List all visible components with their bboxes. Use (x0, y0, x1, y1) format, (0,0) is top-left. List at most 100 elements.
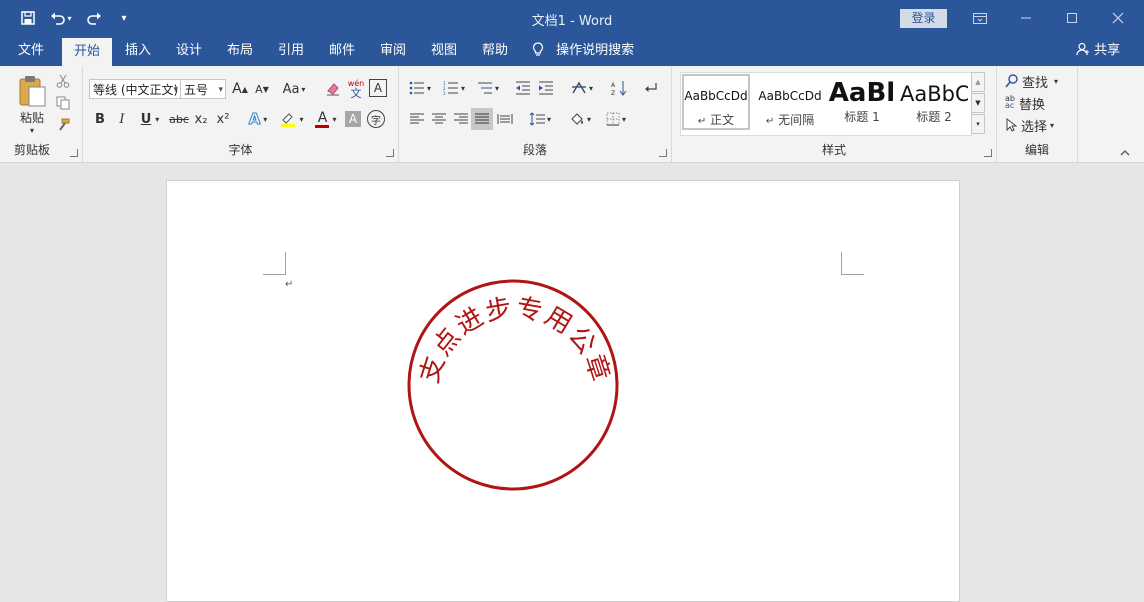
line-spacing-icon (529, 112, 545, 126)
enclose-characters-button[interactable]: 字 (367, 110, 385, 128)
tab-insert[interactable]: 插入 (116, 36, 160, 66)
tab-view[interactable]: 视图 (422, 36, 466, 66)
distributed-button[interactable] (495, 109, 515, 129)
styles-dialog-launcher[interactable] (984, 149, 992, 157)
multilevel-list-button[interactable]: ▾ (473, 78, 503, 98)
highlight-color-button[interactable]: ▾ (277, 109, 307, 129)
style-normal[interactable]: AaBbCcDd ↵ 正文 (682, 74, 750, 130)
select-button[interactable]: 选择 ▾ (1005, 116, 1075, 135)
minimize-button[interactable] (1003, 6, 1049, 30)
chevron-down-icon: ▾ (460, 83, 465, 93)
tab-file[interactable]: 文件 (8, 36, 54, 66)
font-color-button[interactable]: A ▾ (311, 109, 341, 129)
style-heading-1[interactable]: AaBl 标题 1 (828, 76, 896, 132)
change-case-button[interactable]: Aa ▾ (279, 79, 309, 99)
justify-button[interactable] (471, 108, 493, 130)
undo-button[interactable]: ▾ (46, 8, 76, 28)
tab-mailings[interactable]: 邮件 (320, 36, 364, 66)
clear-formatting-button[interactable] (323, 79, 343, 99)
copy-button[interactable] (54, 94, 72, 112)
style-sample: AaBl (828, 78, 896, 108)
tell-me-search[interactable]: 操作说明搜索 (532, 36, 642, 66)
style-heading-2[interactable]: AaBbC 标题 2 (900, 76, 968, 132)
underline-button[interactable]: U ▾ (135, 109, 165, 129)
sort-button[interactable]: AZ (609, 78, 629, 98)
tab-home[interactable]: 开始 (62, 38, 112, 66)
redo-button[interactable] (82, 8, 106, 28)
title-bar: ▾ ▾ 文档1 - Word 登录 (0, 0, 1144, 36)
format-painter-button[interactable] (54, 116, 72, 134)
styles-more-button[interactable]: ▾ (971, 114, 985, 134)
find-button[interactable]: 查找 ▾ (1005, 72, 1075, 91)
bold-button[interactable]: B (91, 109, 109, 129)
align-left-button[interactable] (407, 109, 427, 129)
chevron-down-icon: ▾ (1050, 120, 1055, 130)
quick-access-toolbar: ▾ ▾ (16, 8, 136, 28)
font-size-box[interactable]: 五号 ▾ (180, 79, 226, 99)
strikethrough-button[interactable]: abc (167, 109, 191, 129)
chinese-layout-button[interactable]: ▾ (567, 78, 597, 98)
line-spacing-button[interactable]: ▾ (525, 109, 555, 129)
character-shading-button[interactable]: A (345, 111, 361, 127)
seal-stamp[interactable]: 支点进步专用公章 (405, 277, 621, 493)
styles-scroll-up-button[interactable]: ▲ (971, 72, 985, 92)
tab-layout[interactable]: 布局 (218, 36, 262, 66)
collapse-ribbon-button[interactable] (1120, 146, 1130, 159)
decrease-indent-button[interactable] (513, 78, 533, 98)
align-center-button[interactable] (429, 109, 449, 129)
style-sample: AaBbCcDd (684, 89, 748, 103)
italic-button[interactable]: I (113, 109, 131, 129)
cut-button[interactable] (54, 72, 72, 90)
font-color-icon: A (315, 109, 330, 128)
customize-qat-button[interactable]: ▾ (112, 8, 136, 28)
tab-review[interactable]: 审阅 (371, 36, 415, 66)
tab-help[interactable]: 帮助 (473, 36, 517, 66)
login-button[interactable]: 登录 (900, 9, 947, 28)
clipboard-dialog-launcher[interactable] (70, 149, 78, 157)
maximize-button[interactable] (1049, 6, 1095, 30)
subscript-button[interactable]: x₂ (191, 109, 211, 129)
save-button[interactable] (16, 8, 40, 28)
tab-design[interactable]: 设计 (167, 36, 211, 66)
increase-indent-button[interactable] (536, 78, 556, 98)
bullets-button[interactable]: ▾ (405, 78, 435, 98)
replace-button[interactable]: ab ac 替换 (1005, 94, 1075, 113)
replace-icon: ab ac (1005, 95, 1015, 110)
phonetic-guide-button[interactable]: wén 文 (345, 77, 367, 101)
paintbrush-icon (59, 118, 70, 131)
chevron-down-icon: ▾ (494, 83, 499, 93)
numbering-button[interactable]: 123 ▾ (439, 78, 469, 98)
person-icon (1076, 42, 1089, 56)
style-marker: ↵ (765, 116, 775, 127)
style-name: 无间隔 (778, 113, 815, 127)
text-effects-button[interactable]: A ▾ (243, 109, 273, 129)
replace-label: 替换 (1018, 97, 1045, 113)
phonetic-guide-bottom: 文 (350, 86, 362, 100)
chevron-up-icon (1120, 150, 1130, 156)
font-color-glyph: A (317, 109, 328, 126)
character-border-button[interactable]: A (369, 79, 387, 97)
font-name-box[interactable]: 等线 (中文正文) ▾ (89, 79, 181, 99)
paste-button[interactable]: 粘贴 ▾ (12, 72, 52, 138)
cursor-arrow-icon (1006, 118, 1017, 132)
superscript-button[interactable]: x² (213, 109, 233, 129)
grow-font-icon: A (232, 81, 242, 97)
shrink-font-button[interactable]: A ▼ (253, 79, 271, 99)
style-no-spacing[interactable]: AaBbCcDd ↵ 无间隔 (756, 76, 824, 132)
ribbon-display-options-button[interactable] (957, 6, 1003, 30)
share-button[interactable]: 共享 (1068, 36, 1128, 66)
grow-font-button[interactable]: A ▲ (231, 79, 249, 99)
show-hide-marks-button[interactable] (641, 78, 661, 98)
paragraph-dialog-launcher[interactable] (659, 149, 667, 157)
document-page[interactable]: ↵ 支点进步专用公章 (166, 180, 960, 602)
close-button[interactable] (1095, 6, 1141, 30)
align-right-button[interactable] (451, 109, 471, 129)
tab-references[interactable]: 引用 (269, 36, 313, 66)
chevron-down-icon: ▾ (173, 85, 178, 95)
styles-scroll-down-button[interactable]: ▼ (971, 93, 985, 113)
borders-button[interactable]: ▾ (601, 109, 631, 129)
paste-label: 粘贴 (19, 111, 44, 125)
font-dialog-launcher[interactable] (386, 149, 394, 157)
ribbon-display-icon (973, 12, 987, 24)
shading-button[interactable]: ▾ (565, 109, 595, 129)
